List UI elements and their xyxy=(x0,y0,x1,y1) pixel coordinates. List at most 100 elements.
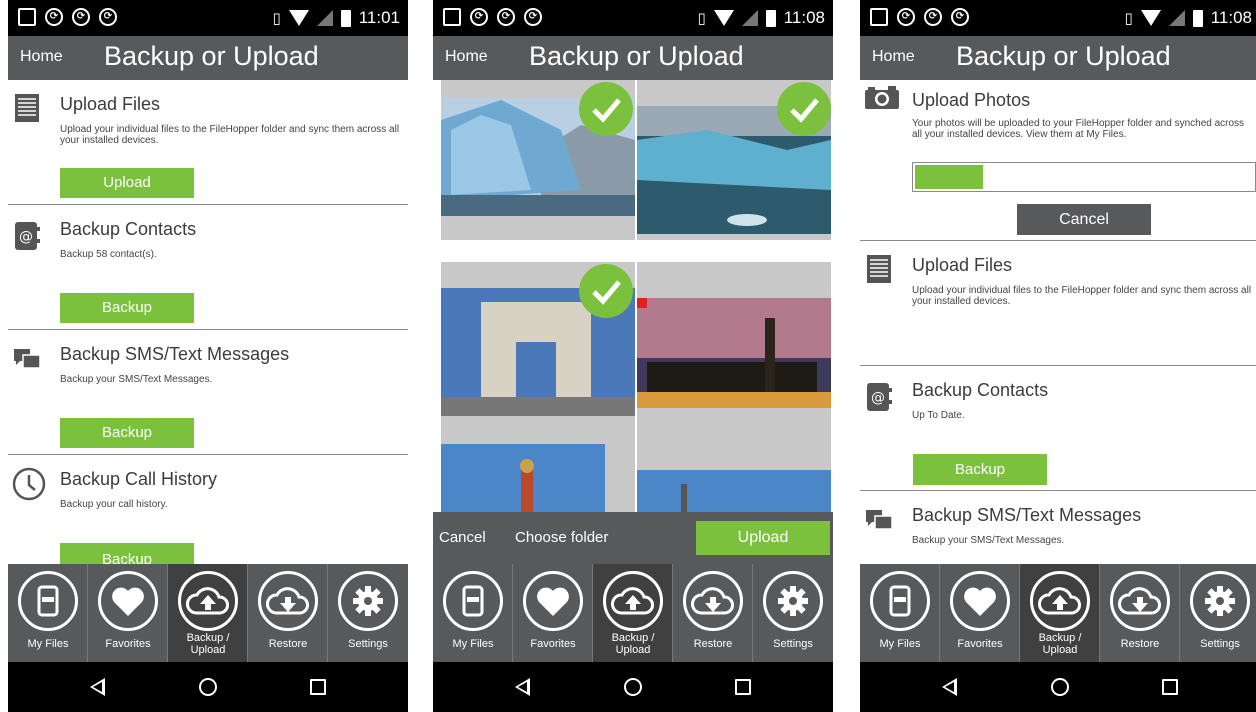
bottom-nav: My Files Favorites Backup / Upload Restor… xyxy=(8,564,408,662)
nav-favorites[interactable]: Favorites xyxy=(940,564,1020,662)
nav-my-files[interactable]: My Files xyxy=(860,564,940,662)
section-title: Backup Call History xyxy=(60,469,218,489)
photo-thumbnail[interactable] xyxy=(637,444,831,512)
back-icon[interactable] xyxy=(90,678,105,696)
address-book-icon: @ xyxy=(15,222,40,250)
nav-favorites[interactable]: Favorites xyxy=(513,564,593,662)
cloud-upload-icon xyxy=(186,587,229,615)
home-circle-icon[interactable] xyxy=(624,678,642,696)
bottom-nav: My Files Favorites Backup / Upload Restor… xyxy=(433,564,833,662)
photo-thumbnail[interactable] xyxy=(441,262,635,444)
photo-cathedral xyxy=(441,444,635,512)
section-title: Upload Files xyxy=(912,255,1013,275)
backup-list[interactable]: Upload Files Upload your individual file… xyxy=(8,80,408,564)
heart-icon xyxy=(964,587,996,616)
section-title: Upload Files xyxy=(60,94,161,114)
section-title: Backup Contacts xyxy=(912,380,1049,400)
nav-label: Favorites xyxy=(957,638,1003,650)
nav-label: Settings xyxy=(1200,638,1240,650)
home-circle-icon[interactable] xyxy=(199,678,217,696)
gear-icon xyxy=(1205,586,1235,616)
document-lines-icon xyxy=(15,94,39,122)
nav-label: Restore xyxy=(1120,638,1160,650)
system-nav-bar xyxy=(433,662,833,712)
nav-label: Restore xyxy=(268,638,308,650)
nav-label: My Files xyxy=(27,638,69,650)
status-bar: ⟳ ⟳ ⟳ ▯ 11:01 xyxy=(8,0,408,36)
nav-backup-upload[interactable]: Backup / Upload xyxy=(1020,564,1100,662)
recent-apps-icon[interactable] xyxy=(1162,679,1178,695)
vibrate-icon: ▯ xyxy=(272,10,281,27)
wifi-icon xyxy=(288,10,309,26)
backup-sms-button[interactable]: Backup xyxy=(60,418,194,448)
photo-thumbnail[interactable] xyxy=(441,80,635,240)
nav-label: Backup / Upload xyxy=(186,632,230,656)
gallery-notification-icon xyxy=(18,8,36,26)
home-link[interactable]: Home xyxy=(445,48,488,66)
status-bar: ⟳ ⟳ ⟳ ▯ 11:08 xyxy=(433,0,833,36)
backup-list[interactable]: Upload Photos Your photos will be upload… xyxy=(860,80,1256,564)
photo-big-ben xyxy=(637,298,831,408)
photo-thumbnail[interactable] xyxy=(637,80,831,240)
nav-favorites[interactable]: Favorites xyxy=(88,564,168,662)
section-backup-sms: Backup SMS/Text Messages Backup your SMS… xyxy=(8,330,408,455)
sync-notification-icon: ⟳ xyxy=(897,8,915,26)
back-icon[interactable] xyxy=(942,678,957,696)
backup-contacts-button[interactable]: Backup xyxy=(60,293,194,323)
backup-contacts-button[interactable]: Backup xyxy=(913,454,1047,485)
sync-notification-icon: ⟳ xyxy=(951,8,969,26)
upload-button[interactable]: Upload xyxy=(60,168,194,198)
page-title: Backup or Upload xyxy=(104,41,319,71)
nav-settings[interactable]: Settings xyxy=(753,564,833,662)
sync-notification-icon: ⟳ xyxy=(524,8,542,26)
system-nav-bar xyxy=(860,662,1256,712)
page-title: Backup or Upload xyxy=(956,41,1171,71)
back-icon[interactable] xyxy=(515,678,530,696)
nav-label: Favorites xyxy=(530,638,576,650)
photo-grid[interactable] xyxy=(433,80,833,512)
nav-settings[interactable]: Settings xyxy=(1180,564,1256,662)
home-link[interactable]: Home xyxy=(872,48,915,66)
cancel-upload-button[interactable]: Cancel xyxy=(1017,204,1151,235)
nav-backup-upload[interactable]: Backup / Upload xyxy=(168,564,248,662)
section-description: Upload your individual files to the File… xyxy=(912,285,1252,307)
nav-settings[interactable]: Settings xyxy=(328,564,408,662)
cloud-download-icon xyxy=(266,587,309,615)
nav-label: My Files xyxy=(452,638,494,650)
home-circle-icon[interactable] xyxy=(1051,678,1069,696)
choose-folder-button[interactable]: Choose folder xyxy=(515,529,608,546)
upload-button[interactable]: Upload xyxy=(696,521,830,555)
section-title: Upload Photos xyxy=(912,90,1031,110)
screen-photo-picker: ⟳ ⟳ ⟳ ▯ 11:08 Home Backup or Upload Canc… xyxy=(433,0,833,712)
section-title: Backup Contacts xyxy=(60,219,197,239)
upload-progress-bar xyxy=(912,162,1256,192)
photo-thumbnail[interactable] xyxy=(441,444,635,512)
nav-restore[interactable]: Restore xyxy=(673,564,753,662)
recent-apps-icon[interactable] xyxy=(735,679,751,695)
wifi-icon xyxy=(713,10,734,26)
clock-time: 11:08 xyxy=(783,8,825,27)
svg-text:@: @ xyxy=(871,390,885,406)
cancel-button[interactable]: Cancel xyxy=(439,529,486,546)
gallery-notification-icon xyxy=(870,8,888,26)
recent-apps-icon[interactable] xyxy=(310,679,326,695)
cloud-download-icon xyxy=(691,587,734,615)
section-backup-contacts: @ Backup Contacts Backup 58 contact(s). … xyxy=(8,205,408,330)
home-link[interactable]: Home xyxy=(20,48,63,66)
nav-restore[interactable]: Restore xyxy=(1100,564,1180,662)
backup-call-history-button[interactable]: Backup xyxy=(60,543,194,564)
section-description: Your photos will be uploaded to your Fil… xyxy=(912,118,1245,140)
nav-my-files[interactable]: My Files xyxy=(8,564,88,662)
nav-backup-upload[interactable]: Backup / Upload xyxy=(593,564,673,662)
nav-label: Settings xyxy=(773,638,813,650)
nav-label: Backup / Upload xyxy=(1038,632,1082,656)
photo-thumbnail[interactable] xyxy=(637,262,831,444)
gear-icon xyxy=(353,586,383,616)
section-description: Up To Date. xyxy=(912,410,965,421)
section-description: Backup 58 contact(s). xyxy=(60,249,157,260)
nav-my-files[interactable]: My Files xyxy=(433,564,513,662)
nav-restore[interactable]: Restore xyxy=(248,564,328,662)
battery-icon xyxy=(1192,9,1203,27)
chat-bubbles-icon xyxy=(866,510,893,530)
section-description: Backup your SMS/Text Messages. xyxy=(60,374,213,385)
